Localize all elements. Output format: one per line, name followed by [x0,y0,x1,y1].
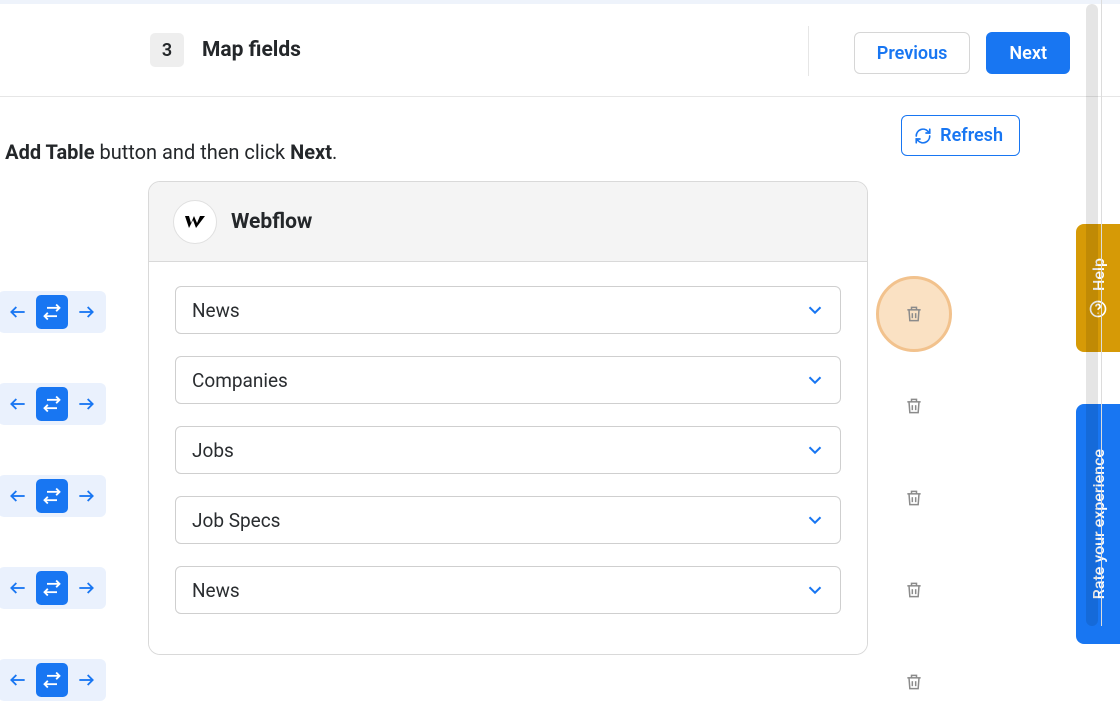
chevron-down-icon [804,369,826,391]
step-title: Map fields [202,38,301,62]
table-select-jobs[interactable]: Jobs [175,426,841,474]
sync-direction-toggle[interactable] [0,291,106,333]
table-select-companies[interactable]: Companies [175,356,841,404]
delete-row-button[interactable] [892,476,936,520]
previous-button[interactable]: Previous [854,32,971,74]
arrow-left-icon[interactable] [2,387,34,421]
arrow-both-icon[interactable] [36,479,68,513]
delete-row-button[interactable] [892,660,936,704]
table-select-news-2[interactable]: News [175,566,841,614]
arrow-left-icon[interactable] [2,663,34,697]
table-select-job-specs[interactable]: Job Specs [175,496,841,544]
trash-icon [904,395,924,417]
step-indicator: 3 Map fields [150,33,301,67]
rate-experience-side-tab[interactable]: Rate your experience [1076,404,1120,644]
delete-row-button[interactable] [892,568,936,612]
table-select-news[interactable]: News [175,286,841,334]
chevron-down-icon [804,439,826,461]
arrow-both-icon[interactable] [36,571,68,605]
select-label: News [192,299,240,322]
content-right-border [1101,0,1102,626]
panel-header: Webflow [149,182,867,262]
trash-icon [904,303,924,325]
arrow-right-icon[interactable] [70,663,102,697]
trash-icon [904,579,924,601]
panel-body: News Companies Jobs Job Specs News [149,262,867,654]
arrow-both-icon[interactable] [36,387,68,421]
arrow-left-icon[interactable] [2,571,34,605]
chevron-down-icon [804,509,826,531]
arrow-right-icon[interactable] [70,571,102,605]
select-label: Companies [192,369,288,392]
help-side-tab[interactable]: Help [1076,224,1120,352]
refresh-icon [914,127,932,145]
select-label: News [192,579,240,602]
mapping-panel: Webflow News Companies Jobs Job Specs Ne… [148,181,868,655]
arrow-left-icon[interactable] [2,295,34,329]
arrow-both-icon[interactable] [36,295,68,329]
sync-direction-toggle[interactable] [0,567,106,609]
refresh-button[interactable]: Refresh [901,115,1020,156]
arrow-right-icon[interactable] [70,479,102,513]
delete-row-button[interactable] [892,384,936,428]
panel-title: Webflow [231,210,312,234]
instruction-text: the Add Table button and then click Next… [0,115,1120,175]
header-divider [808,26,809,76]
sync-direction-toggle[interactable] [0,383,106,425]
sync-direction-toggle[interactable] [0,475,106,517]
arrow-right-icon[interactable] [70,387,102,421]
trash-icon [904,671,924,693]
trash-icon [904,487,924,509]
wizard-header: 3 Map fields Previous Next [0,4,1120,97]
select-label: Job Specs [192,509,280,532]
arrow-right-icon[interactable] [70,295,102,329]
next-button[interactable]: Next [986,32,1070,74]
step-number-badge: 3 [150,33,184,67]
sync-direction-toggle[interactable] [0,659,106,701]
webflow-logo [173,200,217,244]
arrow-both-icon[interactable] [36,663,68,697]
select-label: Jobs [192,439,234,462]
chevron-down-icon [804,579,826,601]
arrow-left-icon[interactable] [2,479,34,513]
delete-row-button[interactable] [892,292,936,336]
chevron-down-icon [804,299,826,321]
scrollbar[interactable] [1086,4,1098,626]
refresh-label: Refresh [940,125,1003,146]
